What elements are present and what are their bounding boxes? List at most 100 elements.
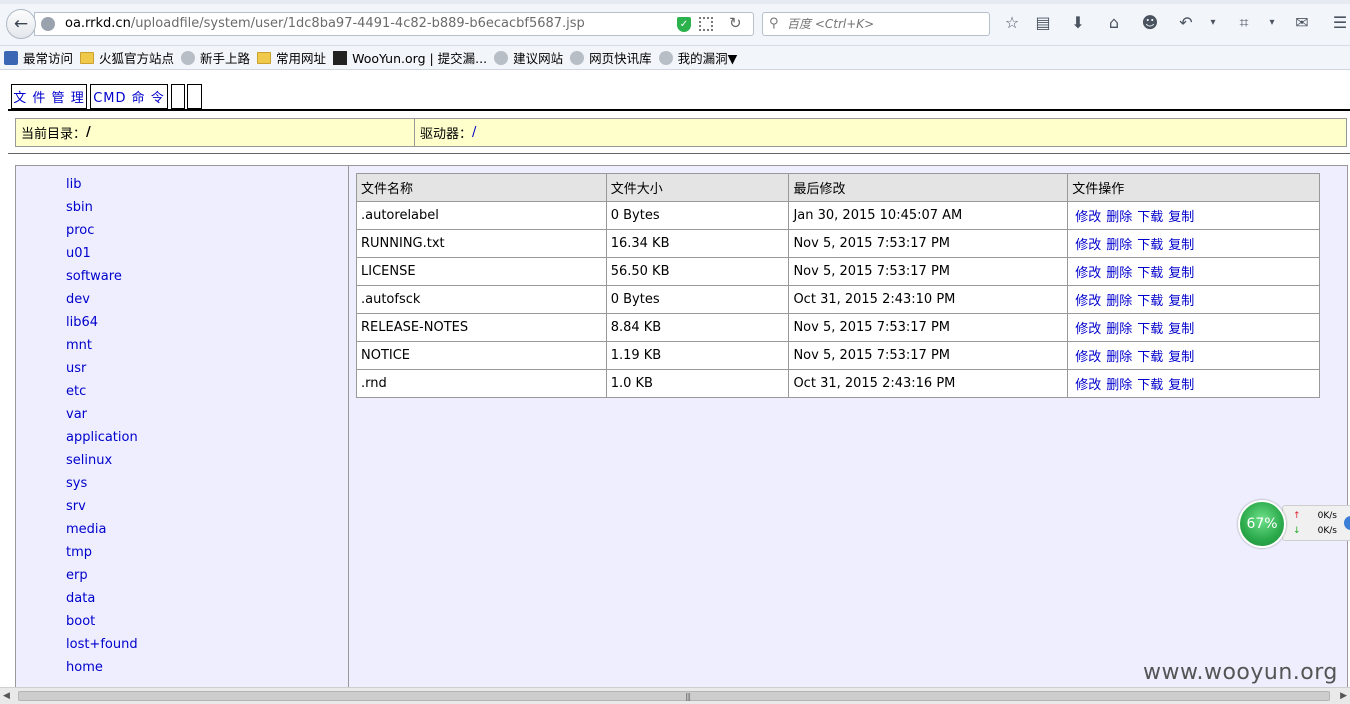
directory-link[interactable]: lib64 [66,311,138,334]
bookmark-item[interactable]: WooYun.org | 提交漏... [333,48,487,67]
directory-link[interactable]: sbin [66,196,138,219]
directory-link[interactable]: usr [66,357,138,380]
copy-link[interactable]: 复制 [1168,294,1194,309]
directory-link[interactable]: u01 [66,242,138,265]
bookmark-item[interactable]: 新手上路 [181,48,250,67]
delete-link[interactable]: 删除 [1106,266,1132,281]
bookmark-item[interactable]: 建议网站 [494,48,563,67]
folder-icon [257,51,272,64]
page-content: 文 件 管 理 CMD 命 令 当前目录： / 驱动器： / lib sbin pr… [0,71,1350,687]
directory-link[interactable]: proc [66,219,138,242]
edit-link[interactable]: 修改 [1075,322,1101,337]
download-link[interactable]: 下载 [1137,294,1163,309]
copy-link[interactable]: 复制 [1168,266,1194,281]
download-link[interactable]: 下载 [1137,210,1163,225]
scroll-right-icon[interactable]: ▶ [1340,691,1347,701]
directory-link[interactable]: mnt [66,334,138,357]
address-text[interactable]: oa.rrkd.cn/uploadfile/system/user/1dc8ba… [65,16,585,31]
directory-link[interactable]: etc [66,380,138,403]
delete-link[interactable]: 删除 [1106,238,1132,253]
directory-link[interactable]: boot [66,610,138,633]
copy-link[interactable]: 复制 [1168,210,1194,225]
drive-label: 驱动器： [420,127,473,142]
folder-icon [80,51,95,64]
copy-link[interactable]: 复制 [1168,238,1194,253]
directory-link[interactable]: home [66,656,138,679]
home-icon[interactable]: ⌂ [1104,13,1124,33]
undo-dropdown-icon[interactable]: ▾ [1203,13,1223,33]
directory-link[interactable]: data [66,587,138,610]
bookmark-item[interactable]: 常用网址 [257,48,326,67]
file-actions: 修改 删除 下载 复制 [1067,201,1320,230]
delete-link[interactable]: 删除 [1106,322,1132,337]
directory-link[interactable]: var [66,403,138,426]
directory-link[interactable]: selinux [66,449,138,472]
back-button[interactable]: ← [6,9,36,39]
drive-link[interactable]: / [472,125,476,140]
delete-link[interactable]: 删除 [1106,378,1132,393]
horizontal-scrollbar[interactable]: ◀ ||| ▶ [0,687,1350,704]
copy-link[interactable]: 复制 [1168,322,1194,337]
edit-link[interactable]: 修改 [1075,378,1101,393]
reading-list-icon[interactable]: ▤ [1033,13,1053,33]
divider [8,109,1350,111]
directory-link[interactable]: tmp [66,541,138,564]
file-modified: Oct 31, 2015 2:43:10 PM [788,285,1069,314]
directory-link[interactable]: sys [66,472,138,495]
tab-file-manage[interactable]: 文 件 管 理 [11,84,87,109]
menu-icon[interactable]: ☰ [1330,13,1350,33]
tab-empty-2[interactable] [187,84,202,109]
bookmark-item[interactable]: 最常访问 [4,48,73,67]
directory-link[interactable]: software [66,265,138,288]
edit-link[interactable]: 修改 [1075,238,1101,253]
download-link[interactable]: 下载 [1137,378,1163,393]
address-bar[interactable]: oa.rrkd.cn/uploadfile/system/user/1dc8ba… [34,12,754,36]
file-name: .rnd [356,369,607,398]
delete-link[interactable]: 删除 [1106,210,1132,225]
delete-link[interactable]: 删除 [1106,350,1132,365]
download-link[interactable]: 下载 [1137,238,1163,253]
directory-link[interactable]: lost+found [66,633,138,656]
reload-icon[interactable]: ↻ [729,14,742,32]
download-link[interactable]: 下载 [1137,322,1163,337]
edit-link[interactable]: 修改 [1075,294,1101,309]
memory-percent-ball[interactable]: 67% [1238,500,1286,548]
download-icon[interactable]: ⬇ [1068,13,1088,33]
download-arrow-icon: ↓ [1293,526,1301,536]
copy-link[interactable]: 复制 [1168,350,1194,365]
crop-dropdown-icon[interactable]: ▾ [1262,13,1282,33]
directory-link[interactable]: srv [66,495,138,518]
wooyun-icon [333,50,348,65]
shield-icon[interactable]: ✓ [677,17,691,32]
network-speed-widget[interactable]: ↑ 0K/s ↓ 0K/s 67% [1238,500,1350,548]
download-link[interactable]: 下载 [1137,350,1163,365]
bookmark-item[interactable]: 网页快讯库 [570,48,652,67]
qr-code-icon[interactable] [699,17,713,31]
bookmark-item[interactable]: 火狐官方站点 [80,48,174,67]
edit-link[interactable]: 修改 [1075,266,1101,281]
edit-link[interactable]: 修改 [1075,350,1101,365]
directory-link[interactable]: erp [66,564,138,587]
site-identity-icon[interactable] [41,17,55,31]
directory-link[interactable]: media [66,518,138,541]
tab-empty-1[interactable] [171,84,185,109]
tab-cmd[interactable]: CMD 命 令 [90,84,168,109]
scrollbar-thumb[interactable]: ||| [18,691,1330,701]
copy-link[interactable]: 复制 [1168,378,1194,393]
scroll-left-icon[interactable]: ◀ [3,691,10,701]
directory-link[interactable]: dev [66,288,138,311]
directory-link[interactable]: lib [66,173,138,196]
download-link[interactable]: 下载 [1137,266,1163,281]
search-box[interactable]: ⚲ [762,12,990,36]
directory-link[interactable]: application [66,426,138,449]
search-input[interactable] [787,15,983,33]
crop-icon[interactable]: ⌗ [1234,13,1254,33]
star-icon[interactable]: ☆ [1002,13,1022,33]
edit-link[interactable]: 修改 [1075,210,1101,225]
delete-link[interactable]: 删除 [1106,294,1132,309]
chat-icon[interactable]: ✉ [1292,13,1312,33]
undo-icon[interactable]: ↶ [1176,13,1196,33]
bookmark-label: 常用网址 [276,51,327,66]
bookmark-item[interactable]: 我的漏洞▼ [658,48,737,67]
smiley-icon[interactable]: ☻ [1140,13,1160,33]
